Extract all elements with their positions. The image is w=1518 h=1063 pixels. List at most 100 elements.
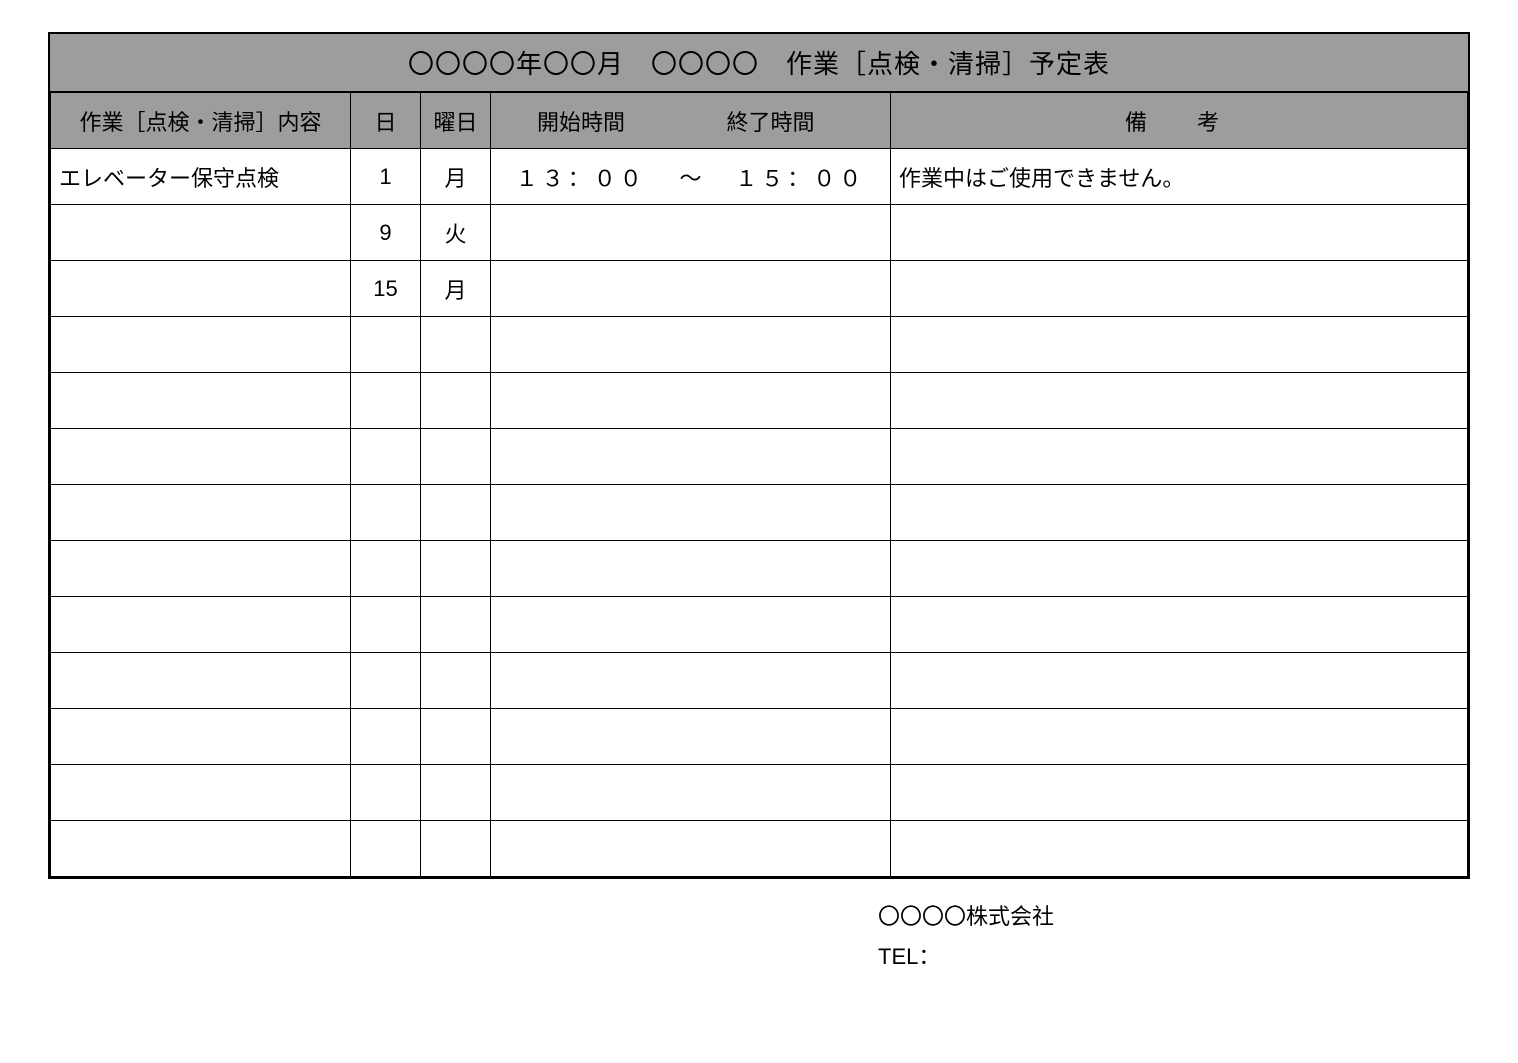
cell-weekday: 火 <box>421 205 491 261</box>
cell-note <box>891 597 1468 653</box>
cell-start <box>491 485 671 541</box>
cell-day <box>351 429 421 485</box>
cell-end <box>711 317 891 373</box>
cell-separator <box>671 653 711 709</box>
table-row <box>51 485 1468 541</box>
cell-separator <box>671 429 711 485</box>
cell-separator <box>671 205 711 261</box>
cell-content <box>51 709 351 765</box>
cell-content: エレベーター保守点検 <box>51 149 351 205</box>
cell-end <box>711 821 891 877</box>
cell-separator <box>671 821 711 877</box>
cell-separator <box>671 485 711 541</box>
cell-note <box>891 765 1468 821</box>
header-end: 終了時間 <box>711 105 890 137</box>
cell-end <box>711 709 891 765</box>
cell-content <box>51 373 351 429</box>
table-row <box>51 317 1468 373</box>
cell-start <box>491 653 671 709</box>
cell-content <box>51 821 351 877</box>
cell-weekday <box>421 709 491 765</box>
cell-day <box>351 709 421 765</box>
cell-weekday <box>421 373 491 429</box>
cell-separator <box>671 709 711 765</box>
cell-day <box>351 597 421 653</box>
table-row <box>51 597 1468 653</box>
cell-weekday <box>421 821 491 877</box>
cell-weekday <box>421 765 491 821</box>
cell-start <box>491 765 671 821</box>
header-weekday: 曜日 <box>421 93 491 149</box>
cell-content <box>51 261 351 317</box>
sheet-title: 〇〇〇〇年〇〇月 〇〇〇〇 作業［点検・清掃］予定表 <box>50 34 1468 92</box>
cell-content <box>51 597 351 653</box>
cell-content <box>51 485 351 541</box>
cell-content <box>51 653 351 709</box>
cell-separator <box>671 597 711 653</box>
cell-day: 15 <box>351 261 421 317</box>
cell-day <box>351 373 421 429</box>
cell-separator: ～ <box>671 149 711 205</box>
cell-weekday <box>421 541 491 597</box>
cell-content <box>51 541 351 597</box>
table-row: 9火 <box>51 205 1468 261</box>
cell-separator <box>671 541 711 597</box>
cell-day <box>351 653 421 709</box>
cell-start <box>491 261 671 317</box>
cell-content <box>51 429 351 485</box>
table-row <box>51 373 1468 429</box>
cell-end <box>711 597 891 653</box>
cell-separator <box>671 373 711 429</box>
cell-note <box>891 373 1468 429</box>
cell-separator <box>671 261 711 317</box>
cell-end: １５：００ <box>711 149 891 205</box>
company-name: 〇〇〇〇株式会社 <box>878 897 1470 937</box>
cell-note <box>891 205 1468 261</box>
cell-weekday: 月 <box>421 261 491 317</box>
cell-day <box>351 317 421 373</box>
table-row <box>51 765 1468 821</box>
cell-day: 9 <box>351 205 421 261</box>
cell-weekday <box>421 597 491 653</box>
schedule-table: 作業［点検・清掃］内容 日 曜日 開始時間 終了時間 備 考 エレベーター保守点… <box>50 92 1468 877</box>
cell-weekday: 月 <box>421 149 491 205</box>
cell-content <box>51 317 351 373</box>
cell-note <box>891 653 1468 709</box>
cell-end <box>711 765 891 821</box>
cell-end <box>711 373 891 429</box>
cell-weekday <box>421 429 491 485</box>
cell-weekday <box>421 653 491 709</box>
cell-note <box>891 821 1468 877</box>
header-start: 開始時間 <box>491 105 671 137</box>
cell-day <box>351 485 421 541</box>
cell-separator <box>671 765 711 821</box>
cell-content <box>51 765 351 821</box>
cell-end <box>711 653 891 709</box>
cell-start <box>491 541 671 597</box>
header-note: 備 考 <box>891 93 1468 149</box>
cell-start <box>491 373 671 429</box>
cell-end <box>711 205 891 261</box>
table-row <box>51 541 1468 597</box>
cell-note <box>891 317 1468 373</box>
cell-start <box>491 205 671 261</box>
table-row <box>51 821 1468 877</box>
cell-end <box>711 541 891 597</box>
header-row: 作業［点検・清掃］内容 日 曜日 開始時間 終了時間 備 考 <box>51 93 1468 149</box>
cell-content <box>51 205 351 261</box>
table-row: エレベーター保守点検1月１３：００～１５：００作業中はご使用できません。 <box>51 149 1468 205</box>
cell-start <box>491 429 671 485</box>
tel-label: TEL： <box>878 937 1470 977</box>
table-row <box>51 429 1468 485</box>
cell-day: 1 <box>351 149 421 205</box>
header-content: 作業［点検・清掃］内容 <box>51 93 351 149</box>
cell-end <box>711 485 891 541</box>
table-row: 15月 <box>51 261 1468 317</box>
table-row <box>51 653 1468 709</box>
cell-end <box>711 429 891 485</box>
header-day: 日 <box>351 93 421 149</box>
cell-separator <box>671 317 711 373</box>
cell-weekday <box>421 317 491 373</box>
cell-note <box>891 541 1468 597</box>
header-time: 開始時間 終了時間 <box>491 93 891 149</box>
